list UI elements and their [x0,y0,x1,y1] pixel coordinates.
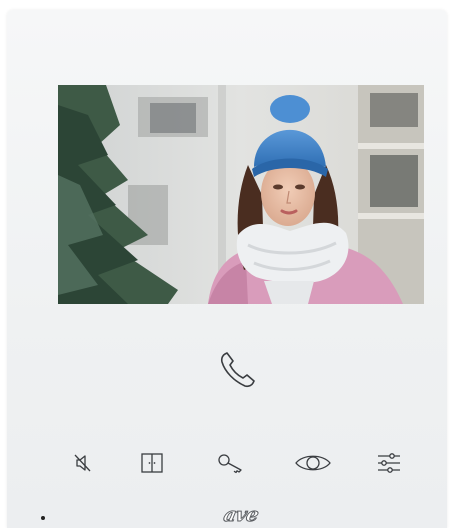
video-feed-image [58,85,424,304]
eye-icon [294,451,332,480]
key-icon [216,451,246,480]
view-camera-button[interactable] [295,450,331,480]
call-button[interactable] [211,345,265,399]
mute-button[interactable] [65,450,101,480]
key-button[interactable] [213,450,249,480]
brand-logo: ave [221,504,261,527]
speaker-mute-icon [71,451,95,480]
sliders-settings-icon [375,451,403,480]
door-open-icon [139,451,165,480]
video-screen [58,85,424,304]
status-led [41,516,45,520]
intercom-panel: ave [7,10,447,528]
phone-handset-icon [216,348,260,397]
door-open-button[interactable] [134,450,170,480]
settings-button[interactable] [371,450,407,480]
